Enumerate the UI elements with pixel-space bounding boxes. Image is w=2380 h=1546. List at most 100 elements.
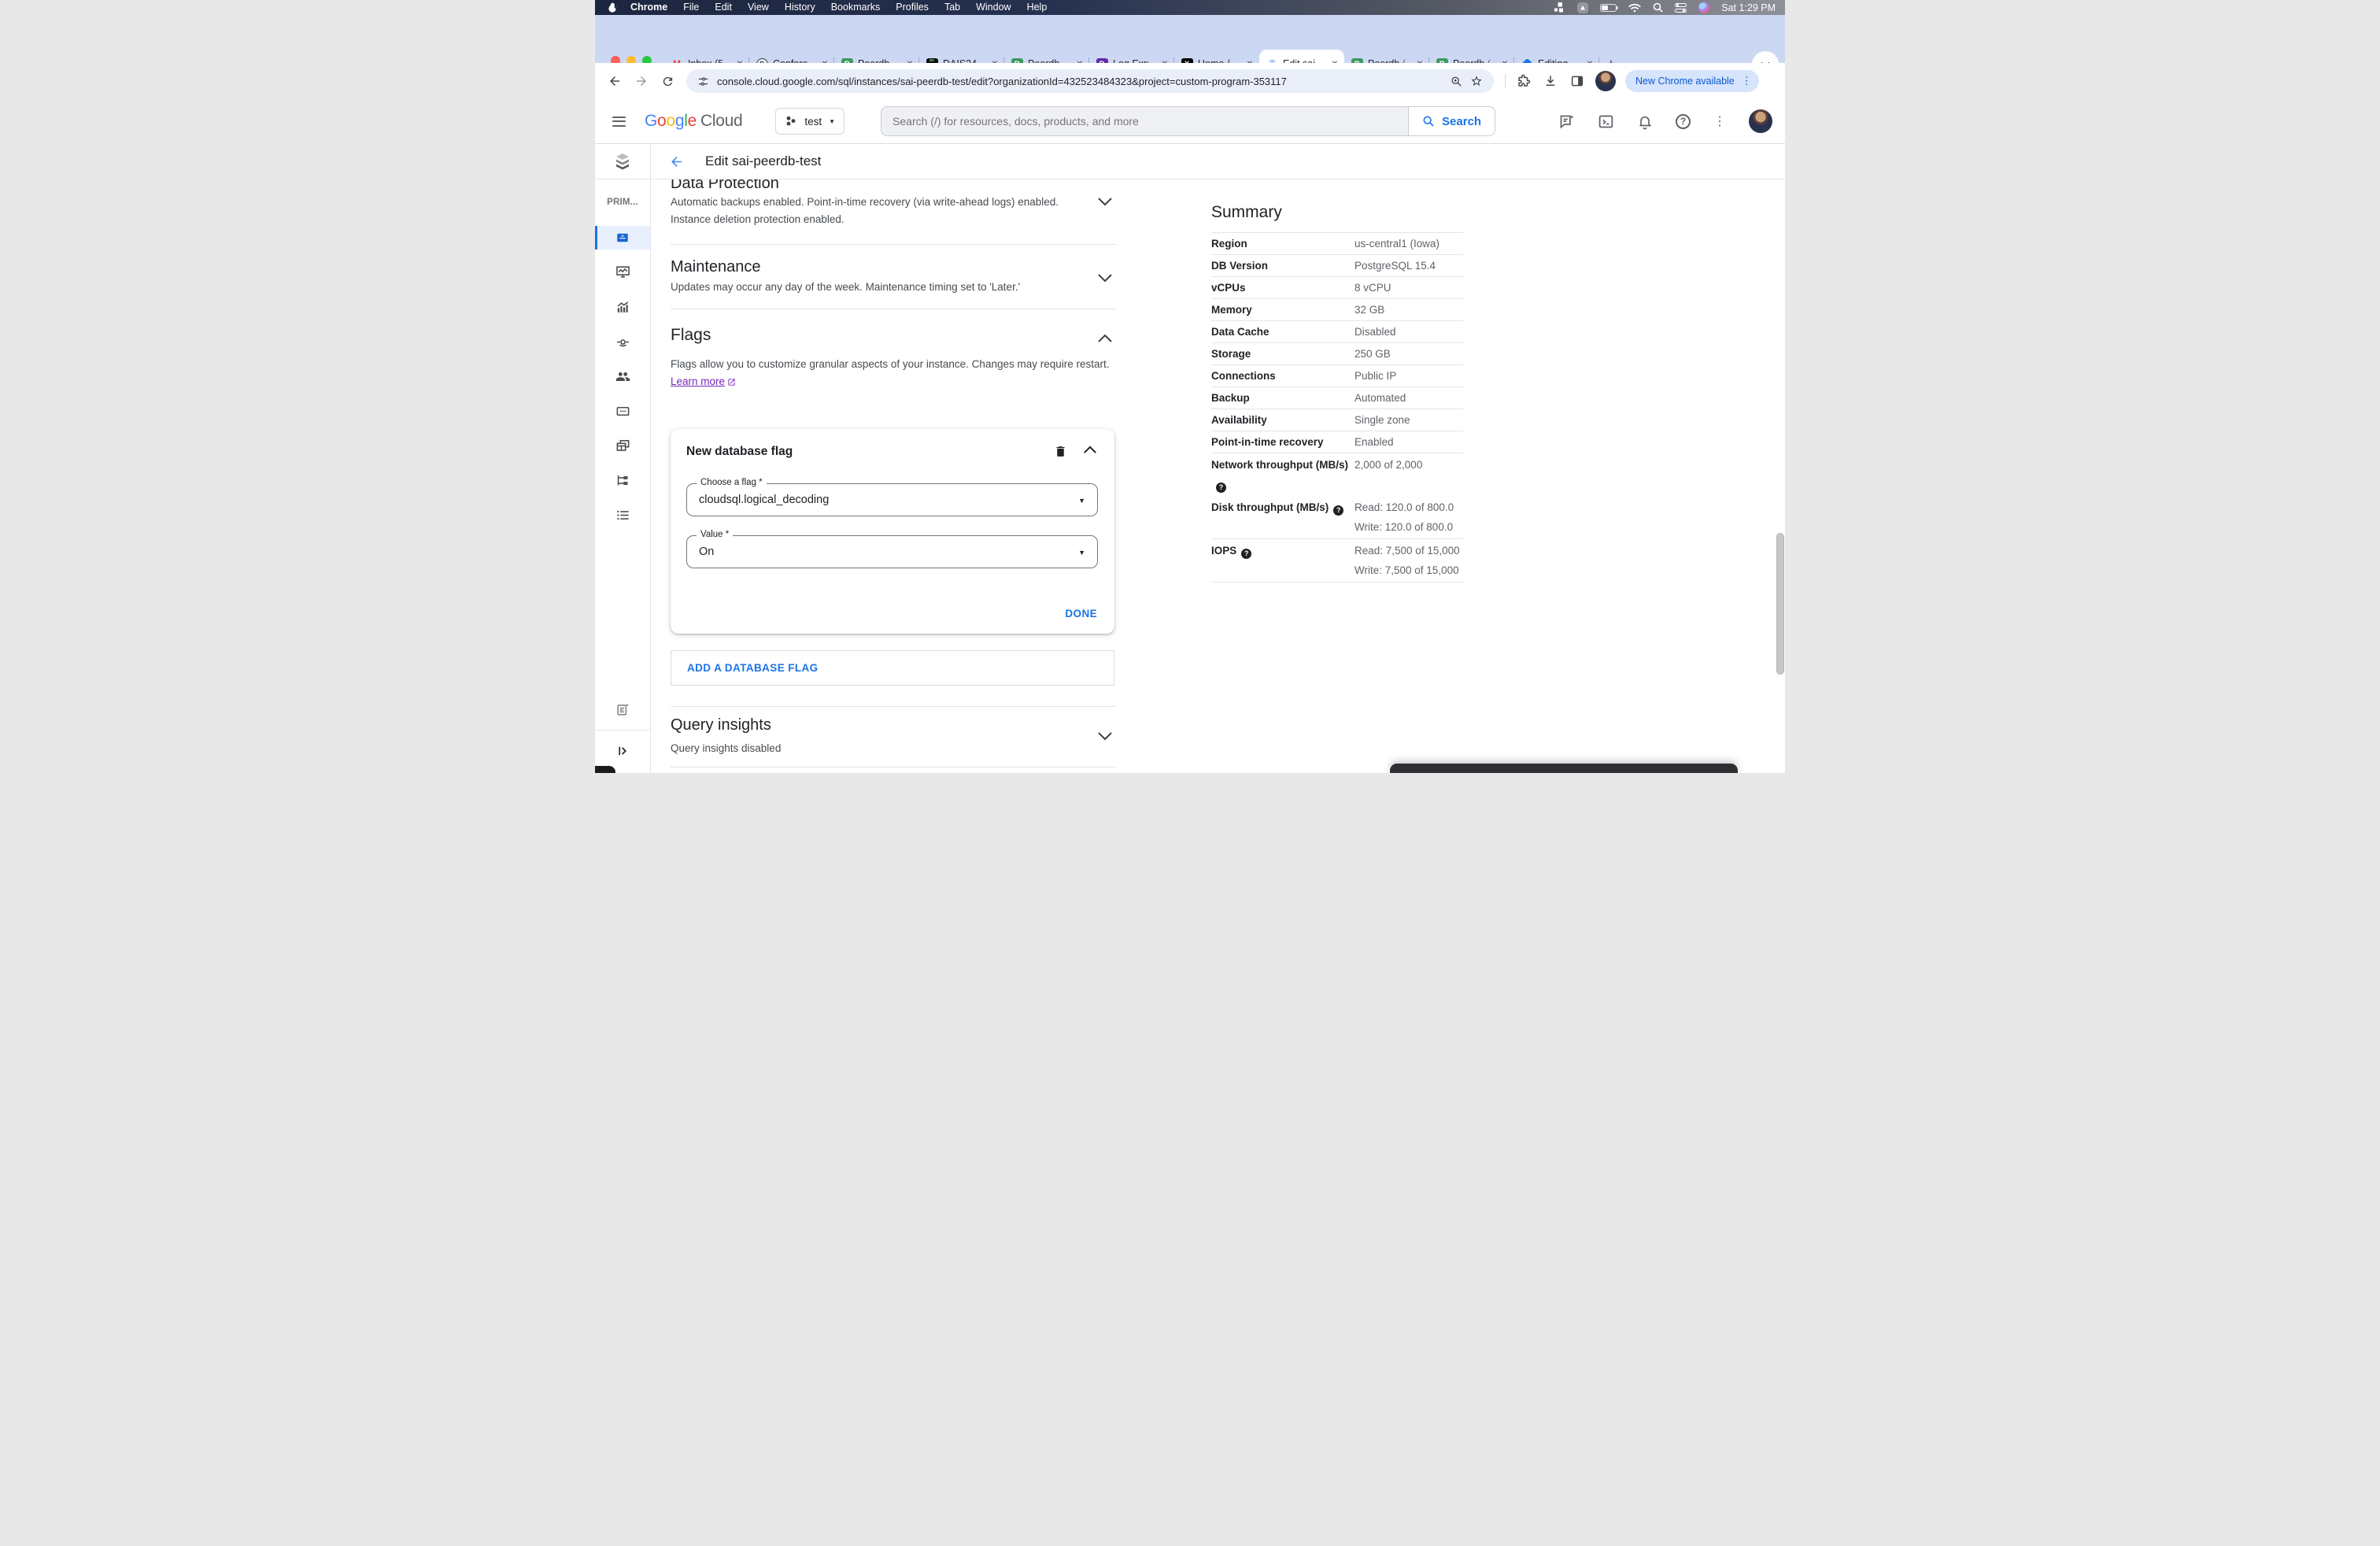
choose-flag-select[interactable]: Choose a flag * cloudsql.logical_decodin… (686, 478, 1098, 516)
summary-row-db-version: DB Version PostgreSQL 15.4 (1211, 254, 1463, 276)
databases-icon (616, 406, 629, 416)
side-panel-icon[interactable] (1570, 74, 1584, 88)
operations-list-icon (616, 510, 629, 520)
chrome-menu-kebab-icon[interactable] (1742, 75, 1752, 87)
query-insights-chevron-down-icon[interactable] (1097, 731, 1113, 741)
maintenance-chevron-down-icon[interactable] (1097, 273, 1113, 283)
sidebar-item-overview[interactable] (595, 226, 650, 250)
address-bar[interactable]: console.cloud.google.com/sql/instances/s… (686, 69, 1494, 93)
summary-panel: Summary Region us-central1 (Iowa) DB Vers… (1211, 203, 1463, 583)
stage-manager-icon[interactable] (1554, 2, 1565, 13)
siri-icon[interactable] (1698, 2, 1710, 13)
back-arrow-icon[interactable] (669, 154, 684, 169)
section-divider (671, 706, 1116, 707)
connections-icon (616, 339, 629, 347)
project-name: test (804, 115, 822, 128)
chrome-tabstrip: M Inbox (5 P Confere P Peerdb DAIS DAIS2… (595, 15, 1785, 78)
menu-chrome[interactable]: Chrome (623, 0, 675, 15)
wifi-icon[interactable] (1628, 3, 1641, 13)
delete-flag-trash-icon[interactable] (1054, 444, 1067, 459)
sidebar-item-replicas[interactable] (595, 473, 650, 488)
release-notes-icon[interactable] (595, 702, 650, 717)
chrome-toolbar: console.cloud.google.com/sql/instances/s… (595, 63, 1785, 99)
downloads-icon[interactable] (1543, 74, 1558, 88)
help-icon[interactable]: ? (1676, 113, 1691, 129)
cloud-search-button[interactable]: Search (1408, 106, 1496, 136)
query-insights-heading: Query insights (671, 716, 771, 734)
bookmark-star-icon[interactable] (1470, 75, 1483, 87)
back-icon[interactable] (608, 74, 622, 88)
sidebar-item-users[interactable] (595, 369, 650, 384)
forward-icon[interactable] (634, 74, 649, 88)
query-insights-description: Query insights disabled (671, 742, 782, 754)
notifications-bell-icon[interactable] (1637, 113, 1653, 130)
query-insights-icon (617, 301, 628, 313)
expand-sidebar-icon[interactable] (595, 744, 650, 758)
battery-icon[interactable] (1600, 3, 1619, 12)
menu-help[interactable]: Help (1019, 0, 1055, 15)
help-icon[interactable]: ? (1216, 482, 1226, 493)
hamburger-menu-icon[interactable] (612, 116, 626, 127)
cloud-shell-icon[interactable] (1598, 113, 1614, 130)
cloud-search-bar[interactable] (881, 106, 1409, 136)
menu-profiles[interactable]: Profiles (888, 0, 937, 15)
menu-history[interactable]: History (777, 0, 823, 15)
more-options-kebab-icon[interactable]: ⋮ (1713, 113, 1726, 129)
bottom-left-overlay (595, 766, 615, 773)
sidebar-item-databases[interactable] (595, 404, 650, 419)
choose-flag-value: cloudsql.logical_decoding (699, 494, 830, 506)
sidebar-item-operations[interactable] (595, 508, 650, 523)
menu-edit[interactable]: Edit (707, 0, 740, 15)
menubar-clock[interactable]: Sat 1:29 PM (1721, 2, 1776, 13)
site-settings-icon[interactable] (697, 76, 709, 87)
summary-row-data-cache: Data Cache Disabled (1211, 320, 1463, 342)
flag-value-value: On (699, 546, 715, 558)
help-icon[interactable]: ? (1241, 548, 1252, 559)
page-header: Edit sai-peerdb-test (595, 144, 1785, 179)
sidebar-item-query-insights[interactable] (595, 300, 650, 315)
doc-sparkle-icon (616, 703, 629, 716)
flags-description: Flags allow you to customize granular as… (671, 358, 1110, 387)
menu-view[interactable]: View (740, 0, 777, 15)
sidebar-item-system-insights[interactable] (595, 264, 650, 279)
account-avatar[interactable] (1749, 109, 1772, 133)
menu-bookmarks[interactable]: Bookmarks (823, 0, 889, 15)
gemini-assist-icon[interactable] (1558, 113, 1575, 130)
menu-tab[interactable]: Tab (937, 0, 968, 15)
flag-card-collapse-icon[interactable] (1083, 446, 1097, 454)
project-selector[interactable]: test ▼ (775, 108, 845, 135)
sidebar-item-connections[interactable] (595, 335, 650, 350)
data-protection-chevron-down-icon[interactable] (1097, 197, 1113, 206)
done-button[interactable]: DONE (1065, 608, 1097, 620)
google-cloud-logo[interactable]: Google Cloud (645, 112, 743, 131)
extensions-icon[interactable] (1517, 74, 1531, 88)
zoom-icon[interactable] (1451, 76, 1462, 87)
flags-chevron-up-icon[interactable] (1097, 334, 1113, 343)
apple-icon[interactable] (608, 2, 618, 13)
flag-value-select[interactable]: Value * On (686, 530, 1098, 568)
screen-record-icon[interactable] (1577, 2, 1589, 13)
scrollbar-thumb[interactable] (1776, 533, 1784, 675)
summary-row-storage: Storage 250 GB (1211, 342, 1463, 364)
url-text[interactable]: console.cloud.google.com/sql/instances/s… (717, 76, 1443, 87)
cloud-search-input[interactable] (893, 115, 1398, 128)
macos-menubar: Chrome File Edit View History Bookmarks … (595, 0, 1785, 15)
summary-row-network-throughput: Network throughput (MB/s)? 2,000 of 2,00… (1211, 453, 1463, 496)
control-center-icon[interactable] (1675, 2, 1687, 13)
chrome-profile-avatar[interactable] (1595, 71, 1616, 91)
reload-icon[interactable] (661, 75, 674, 88)
menu-window[interactable]: Window (968, 0, 1018, 15)
help-icon[interactable]: ? (1333, 505, 1344, 516)
chrome-update-pill[interactable]: New Chrome available (1625, 70, 1759, 92)
organization-icon (787, 116, 796, 126)
add-database-flag-button[interactable]: ADD A DATABASE FLAG (671, 650, 1114, 686)
sidebar-item-backups[interactable] (595, 438, 650, 453)
maintenance-heading: Maintenance (671, 258, 761, 276)
external-link-icon (727, 378, 736, 386)
summary-row-pitr: Point-in-time recovery Enabled (1211, 431, 1463, 453)
spotlight-icon[interactable] (1653, 2, 1663, 13)
dropdown-arrow-icon (1078, 549, 1085, 557)
summary-row-iops: IOPS? Read: 7,500 of 15,000 Write: 7,500 … (1211, 538, 1463, 583)
learn-more-link[interactable]: Learn more (671, 375, 725, 387)
menu-file[interactable]: File (675, 0, 707, 15)
